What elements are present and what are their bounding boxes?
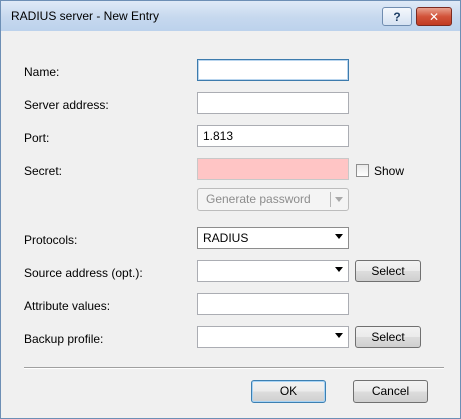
cancel-button[interactable]: Cancel <box>353 380 428 403</box>
backup-profile-label: Backup profile: <box>24 332 104 346</box>
source-address-label: Source address (opt.): <box>24 266 143 280</box>
secret-input[interactable] <box>197 158 349 180</box>
chevron-down-icon <box>335 333 343 338</box>
show-secret-checkbox[interactable] <box>356 164 369 177</box>
protocols-label: Protocols: <box>24 233 78 247</box>
chevron-down-icon[interactable] <box>335 197 343 202</box>
chevron-down-icon <box>335 234 343 239</box>
backup-profile-combo[interactable] <box>197 326 349 348</box>
source-address-combo[interactable] <box>197 260 349 282</box>
source-address-select-button[interactable]: Select <box>355 260 421 282</box>
port-input[interactable]: 1.813 <box>197 125 349 147</box>
title-bar[interactable]: RADIUS server - New Entry ? ✕ <box>1 1 460 31</box>
name-input[interactable] <box>197 59 349 81</box>
close-button[interactable]: ✕ <box>416 7 452 26</box>
chevron-down-icon <box>335 267 343 272</box>
attribute-values-input[interactable] <box>197 293 349 315</box>
server-address-label: Server address: <box>24 98 109 112</box>
protocols-value: RADIUS <box>203 231 249 245</box>
protocols-select[interactable]: RADIUS <box>197 227 349 249</box>
name-label: Name: <box>24 65 60 79</box>
generate-password-button[interactable]: Generate password <box>197 188 349 211</box>
backup-profile-select-button[interactable]: Select <box>355 326 421 348</box>
server-address-input[interactable] <box>197 92 349 114</box>
close-icon: ✕ <box>428 9 440 24</box>
secret-label: Secret: <box>24 164 63 178</box>
generate-password-label: Generate password <box>206 192 311 206</box>
dialog-window: RADIUS server - New Entry ? ✕ Name: Serv… <box>0 0 461 419</box>
port-label: Port: <box>24 131 50 145</box>
attribute-values-label: Attribute values: <box>24 299 111 313</box>
ok-button[interactable]: OK <box>251 380 326 403</box>
help-icon: ? <box>393 9 401 24</box>
footer-divider <box>24 367 444 369</box>
show-secret-label: Show <box>374 164 405 178</box>
help-button[interactable]: ? <box>382 7 412 26</box>
dialog-title: RADIUS server - New Entry <box>11 9 160 23</box>
split-separator <box>330 192 331 207</box>
